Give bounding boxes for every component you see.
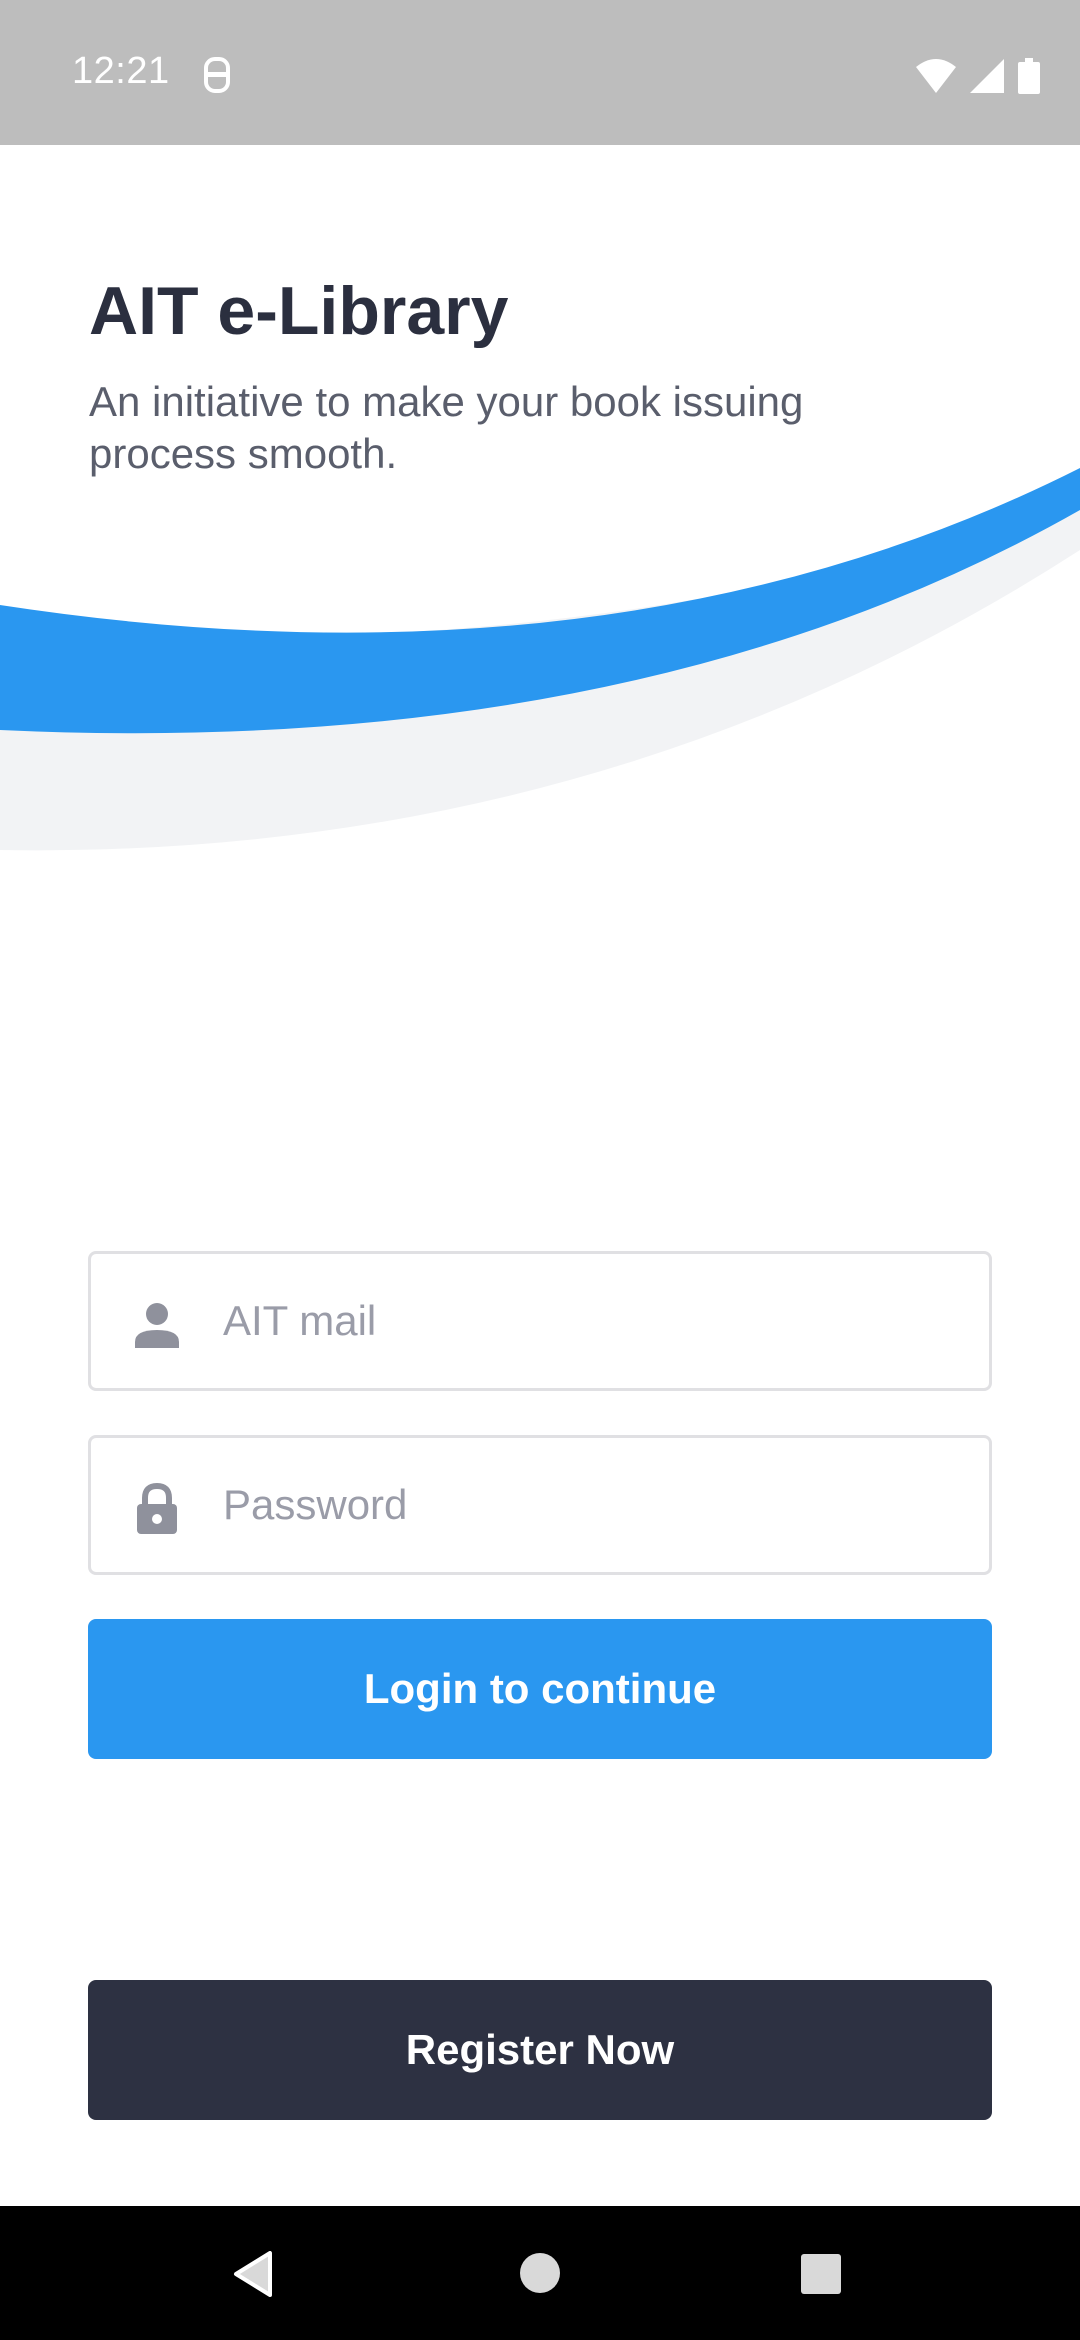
status-icons — [916, 56, 1040, 96]
person-icon — [131, 1298, 183, 1350]
navigation-bar — [0, 2206, 1080, 2340]
login-screen: 12:21 AIT e-Library An initiative to mak… — [0, 0, 1080, 2340]
home-icon[interactable] — [518, 2251, 562, 2300]
wifi-icon — [916, 59, 956, 93]
app-title: AIT e-Library — [89, 273, 509, 349]
battery-icon — [1018, 58, 1040, 94]
password-placeholder: Password — [223, 1481, 408, 1528]
notification-icon — [202, 56, 232, 94]
status-time: 12:21 — [72, 50, 170, 92]
cell-signal-icon — [970, 59, 1004, 93]
back-icon[interactable] — [232, 2251, 274, 2302]
recents-icon[interactable] — [800, 2253, 842, 2300]
lock-icon — [131, 1482, 183, 1534]
decorative-wave — [0, 468, 1080, 851]
status-bar: 12:21 — [0, 0, 1080, 145]
email-field[interactable]: AIT mail — [88, 1251, 992, 1391]
email-placeholder: AIT mail — [223, 1297, 377, 1344]
login-button[interactable]: Login to continue — [88, 1619, 992, 1759]
register-button[interactable]: Register Now — [88, 1980, 992, 2120]
password-field[interactable]: Password — [88, 1435, 992, 1575]
